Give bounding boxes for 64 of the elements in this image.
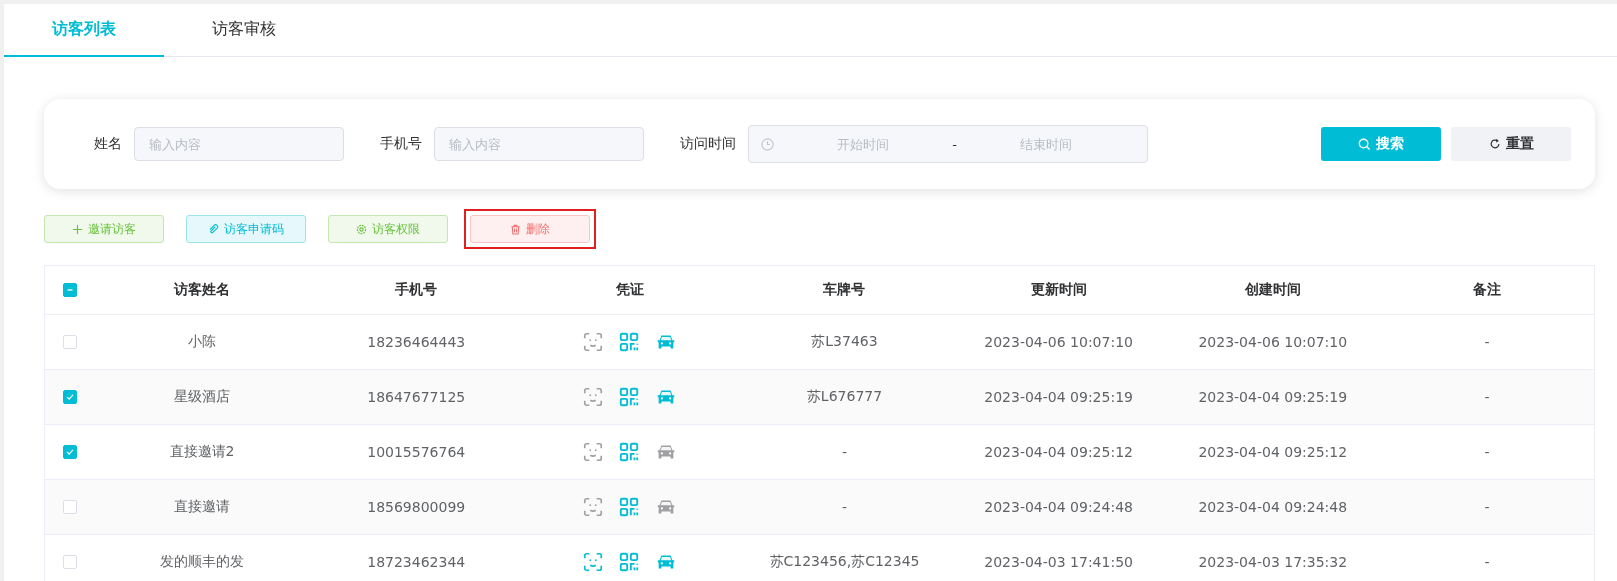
table-cell: 发的顺丰的发 xyxy=(160,553,245,571)
column-header: 凭证 xyxy=(616,281,645,299)
refresh-icon xyxy=(1488,138,1501,150)
action-button[interactable]: 访客权限 xyxy=(328,215,448,243)
table-cell: 2023-04-03 17:41:50 xyxy=(984,554,1133,570)
column-header: 更新时间 xyxy=(1030,281,1087,299)
table-cell: 18236464443 xyxy=(367,334,466,350)
tab[interactable]: 访客列表 xyxy=(4,4,164,57)
table-cell: 苏L37463 xyxy=(811,333,878,351)
action-button[interactable]: 访客申请码 xyxy=(186,215,306,243)
range-separator: - xyxy=(952,136,957,152)
table-cell: 星级酒店 xyxy=(174,388,231,406)
table-cell: 直接邀请 xyxy=(174,498,231,516)
action-button[interactable]: 删除 xyxy=(470,215,590,243)
select-all-checkbox[interactable] xyxy=(63,283,77,297)
table-cell: 2023-04-03 17:35:32 xyxy=(1198,554,1348,570)
field-label: 手机号 xyxy=(380,135,422,153)
clock-icon xyxy=(761,137,774,151)
column-header: 访客姓名 xyxy=(174,281,231,299)
field-label: 访问时间 xyxy=(680,135,736,153)
table-cell: - xyxy=(841,444,847,460)
gear-icon xyxy=(356,223,367,235)
table-cell: - xyxy=(1484,554,1490,570)
table-cell: 2023-04-04 09:25:19 xyxy=(1198,389,1348,405)
table-cell: 2023-04-04 09:25:12 xyxy=(1198,444,1348,460)
column-header: 手机号 xyxy=(395,281,438,299)
column-header: 创建时间 xyxy=(1244,281,1301,299)
start-date-input[interactable]: 开始时间 xyxy=(774,135,953,153)
action-button[interactable]: 邀请访客 xyxy=(44,215,164,243)
table-cell: - xyxy=(1484,389,1490,405)
table-cell: 18723462344 xyxy=(367,554,466,570)
table-cell: - xyxy=(1484,334,1490,350)
end-date-input[interactable]: 结束时间 xyxy=(956,135,1135,153)
table-cell: 18569800099 xyxy=(367,499,466,515)
table-cell: 2023-04-06 10:07:10 xyxy=(1198,334,1348,350)
table-cell: - xyxy=(1484,444,1490,460)
table-cell: 苏C123456,苏C12345 xyxy=(769,553,920,571)
date-range-field[interactable]: 开始时间 - 结束时间 xyxy=(748,125,1148,163)
trash-icon xyxy=(510,223,521,235)
table-cell: 2023-04-04 09:25:19 xyxy=(984,389,1133,405)
table-cell: 直接邀请2 xyxy=(169,443,235,461)
table-cell: 10015576764 xyxy=(367,444,466,460)
row-checkbox[interactable] xyxy=(63,390,77,404)
table-cell: 2023-04-04 09:24:48 xyxy=(984,499,1133,515)
table-cell: - xyxy=(841,499,847,515)
table-cell: 小陈 xyxy=(188,333,217,351)
search-icon xyxy=(1358,137,1371,151)
column-header: 车牌号 xyxy=(823,281,866,299)
reset-button[interactable]: 重置 xyxy=(1451,127,1571,161)
column-header: 备注 xyxy=(1472,281,1501,299)
table-cell: 2023-04-04 09:24:48 xyxy=(1198,499,1348,515)
check-icon xyxy=(65,447,75,457)
table-cell: 2023-04-04 09:25:12 xyxy=(984,444,1133,460)
field-label: 姓名 xyxy=(94,135,122,153)
search-button[interactable]: 搜索 xyxy=(1321,127,1441,161)
tab[interactable]: 访客审核 xyxy=(164,4,324,57)
row-checkbox[interactable] xyxy=(63,445,77,459)
check-icon xyxy=(65,392,75,402)
table-cell: - xyxy=(1484,499,1490,515)
plus-icon xyxy=(72,223,83,235)
paperclip-icon xyxy=(208,223,219,235)
table-cell: 2023-04-06 10:07:10 xyxy=(984,334,1133,350)
table-cell: 18647677125 xyxy=(367,389,466,405)
table-cell: 苏L676777 xyxy=(806,388,883,406)
